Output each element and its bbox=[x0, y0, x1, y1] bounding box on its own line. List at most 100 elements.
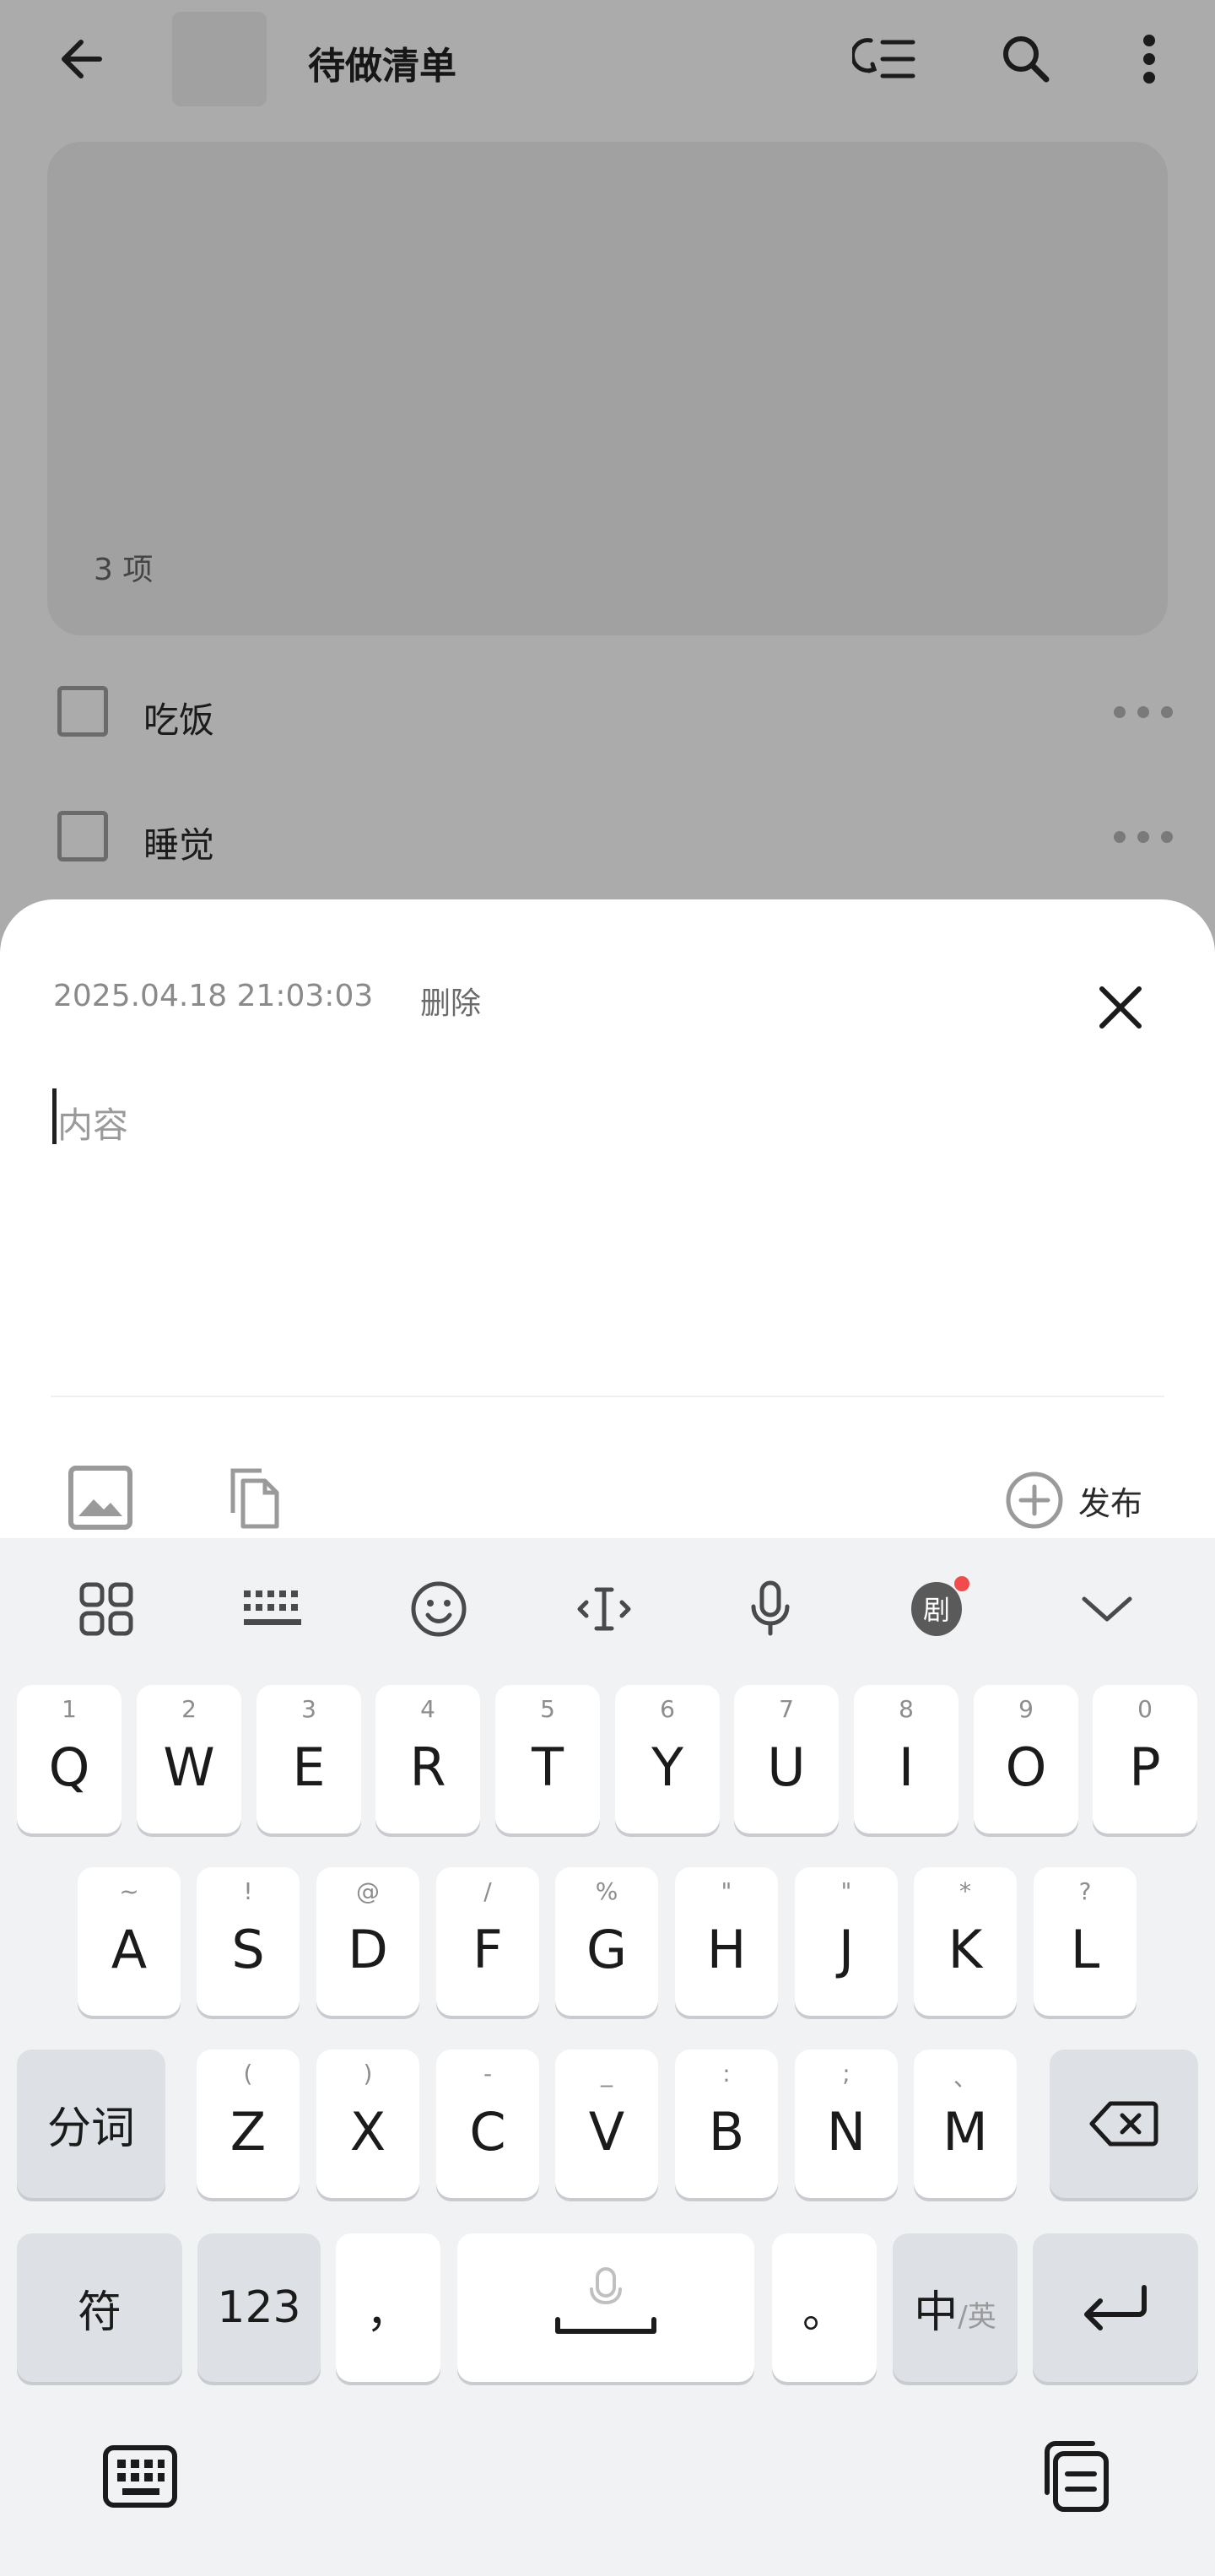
key-hint: ; bbox=[842, 2060, 850, 2087]
app-bar: 待做清单 bbox=[0, 0, 1215, 118]
lang-main-label: 中 bbox=[914, 2287, 958, 2338]
key-x[interactable]: ) X bbox=[316, 2049, 419, 2198]
key-hint: ! bbox=[243, 1877, 253, 1905]
backspace-key[interactable] bbox=[1050, 2049, 1198, 2198]
more-vertical-icon[interactable] bbox=[1115, 25, 1183, 93]
key-label: E bbox=[292, 1736, 326, 1798]
key-label: R bbox=[409, 1736, 446, 1798]
lang-sub-label: /英 bbox=[958, 2299, 996, 2334]
key-hint: ? bbox=[1078, 1877, 1092, 1905]
key-label: N bbox=[826, 2100, 867, 2163]
period-key[interactable]: 。 bbox=[772, 2233, 877, 2382]
key-label: D bbox=[348, 1918, 388, 1980]
key-label: Q bbox=[48, 1736, 90, 1798]
back-arrow-icon[interactable] bbox=[42, 25, 123, 93]
key-hint: ~ bbox=[119, 1877, 139, 1905]
content-input[interactable]: 内容 bbox=[52, 1088, 1149, 1190]
key-label: P bbox=[1129, 1736, 1161, 1798]
key-hint: " bbox=[721, 1877, 732, 1905]
key-q[interactable]: 1Q bbox=[17, 1685, 122, 1833]
key-hint: 0 bbox=[1137, 1695, 1153, 1723]
symbol-key-label: 符 bbox=[77, 2287, 122, 2338]
key-label: C bbox=[469, 2100, 506, 2163]
keyboard-toolbar: 剧 bbox=[0, 1538, 1215, 1673]
space-key[interactable] bbox=[457, 2233, 754, 2382]
edit-item-sheet: 2025.04.18 21:03:03 删除 内容 发布 bbox=[0, 899, 1215, 1541]
keyboard-switch-icon[interactable] bbox=[100, 2436, 181, 2517]
cursor-move-icon[interactable] bbox=[564, 1569, 645, 1650]
search-icon[interactable] bbox=[986, 25, 1066, 93]
key-j[interactable]: " J bbox=[795, 1867, 898, 2016]
apps-grid-icon[interactable] bbox=[66, 1569, 147, 1650]
todo-item[interactable]: 吃饭 bbox=[0, 662, 1215, 763]
segment-key[interactable]: 分词 bbox=[17, 2049, 165, 2198]
key-e[interactable]: 3E bbox=[256, 1685, 361, 1833]
key-h[interactable]: " H bbox=[675, 1867, 778, 2016]
comma-key[interactable]: ， bbox=[336, 2233, 440, 2382]
symbol-key[interactable]: 符 bbox=[17, 2233, 182, 2382]
key-z[interactable]: (Z bbox=[197, 2049, 300, 2198]
key-w[interactable]: 2W bbox=[137, 1685, 241, 1833]
key-s[interactable]: ! S bbox=[197, 1867, 300, 2016]
more-horizontal-icon[interactable] bbox=[1114, 820, 1173, 854]
list-cover-card[interactable]: 3 项 bbox=[47, 142, 1168, 635]
key-label: T bbox=[532, 1736, 564, 1798]
clipboard-icon[interactable] bbox=[1031, 2436, 1112, 2517]
todo-item[interactable]: 睡觉 bbox=[0, 786, 1215, 888]
language-switch-key[interactable]: 中 /英 bbox=[893, 2233, 1018, 2382]
key-a[interactable]: ~ A bbox=[78, 1867, 181, 2016]
key-g[interactable]: % G bbox=[555, 1867, 658, 2016]
key-m[interactable]: 、 M bbox=[914, 2049, 1017, 2198]
key-hint: 、 bbox=[953, 2064, 977, 2092]
key-hint: 7 bbox=[779, 1695, 794, 1723]
item-count: 3 项 bbox=[94, 553, 154, 587]
publish-button[interactable]: 发布 bbox=[1004, 1466, 1142, 1534]
copy-icon[interactable] bbox=[216, 1460, 292, 1536]
key-p[interactable]: 0P bbox=[1093, 1685, 1197, 1833]
key-o[interactable]: 9O bbox=[974, 1685, 1078, 1833]
key-u[interactable]: 7U bbox=[734, 1685, 839, 1833]
text-cursor bbox=[52, 1088, 57, 1144]
key-l[interactable]: ? L bbox=[1034, 1867, 1137, 2016]
ju-badge-icon[interactable]: 剧 bbox=[896, 1569, 977, 1650]
key-hint: @ bbox=[356, 1877, 380, 1905]
key-hint: 5 bbox=[540, 1695, 555, 1723]
key-t[interactable]: 5T bbox=[495, 1685, 600, 1833]
page-title: 待做清单 bbox=[308, 45, 456, 88]
key-i[interactable]: 8I bbox=[854, 1685, 958, 1833]
key-b[interactable]: :B bbox=[675, 2049, 778, 2198]
numbers-key[interactable]: 123 bbox=[197, 2233, 321, 2382]
key-k[interactable]: * K bbox=[914, 1867, 1017, 2016]
microphone-icon[interactable] bbox=[730, 1569, 811, 1650]
key-hint: / bbox=[483, 1877, 492, 1905]
keyboard-layout-icon[interactable] bbox=[232, 1569, 313, 1650]
key-r[interactable]: 4R bbox=[375, 1685, 480, 1833]
checkbox[interactable] bbox=[57, 686, 108, 737]
key-label: J bbox=[838, 1918, 855, 1980]
image-icon[interactable] bbox=[62, 1460, 138, 1536]
key-label: A bbox=[111, 1918, 148, 1980]
key-label: X bbox=[349, 2100, 386, 2163]
emoji-icon[interactable] bbox=[398, 1569, 479, 1650]
key-n[interactable]: ; N bbox=[795, 2049, 898, 2198]
close-icon[interactable] bbox=[1080, 967, 1161, 1048]
key-label: H bbox=[706, 1918, 747, 1980]
key-f[interactable]: / F bbox=[436, 1867, 539, 2016]
key-label: L bbox=[1070, 1918, 1100, 1980]
key-c[interactable]: -C bbox=[436, 2049, 539, 2198]
key-hint: 3 bbox=[301, 1695, 316, 1723]
key-hint: 4 bbox=[420, 1695, 435, 1723]
more-horizontal-icon[interactable] bbox=[1114, 695, 1173, 729]
content-placeholder: 内容 bbox=[57, 1104, 129, 1146]
key-hint: % bbox=[595, 1877, 618, 1905]
key-y[interactable]: 6Y bbox=[615, 1685, 720, 1833]
key-d[interactable]: @ D bbox=[316, 1867, 419, 2016]
enter-key[interactable] bbox=[1033, 2233, 1198, 2382]
key-v[interactable]: _ V bbox=[555, 2049, 658, 2198]
collapse-chevron-icon[interactable] bbox=[1066, 1569, 1148, 1650]
list-thumbnail[interactable] bbox=[172, 12, 267, 106]
sort-icon[interactable] bbox=[844, 25, 925, 93]
checkbox[interactable] bbox=[57, 811, 108, 861]
key-label: I bbox=[898, 1736, 915, 1798]
delete-button[interactable]: 删除 bbox=[420, 979, 481, 1023]
